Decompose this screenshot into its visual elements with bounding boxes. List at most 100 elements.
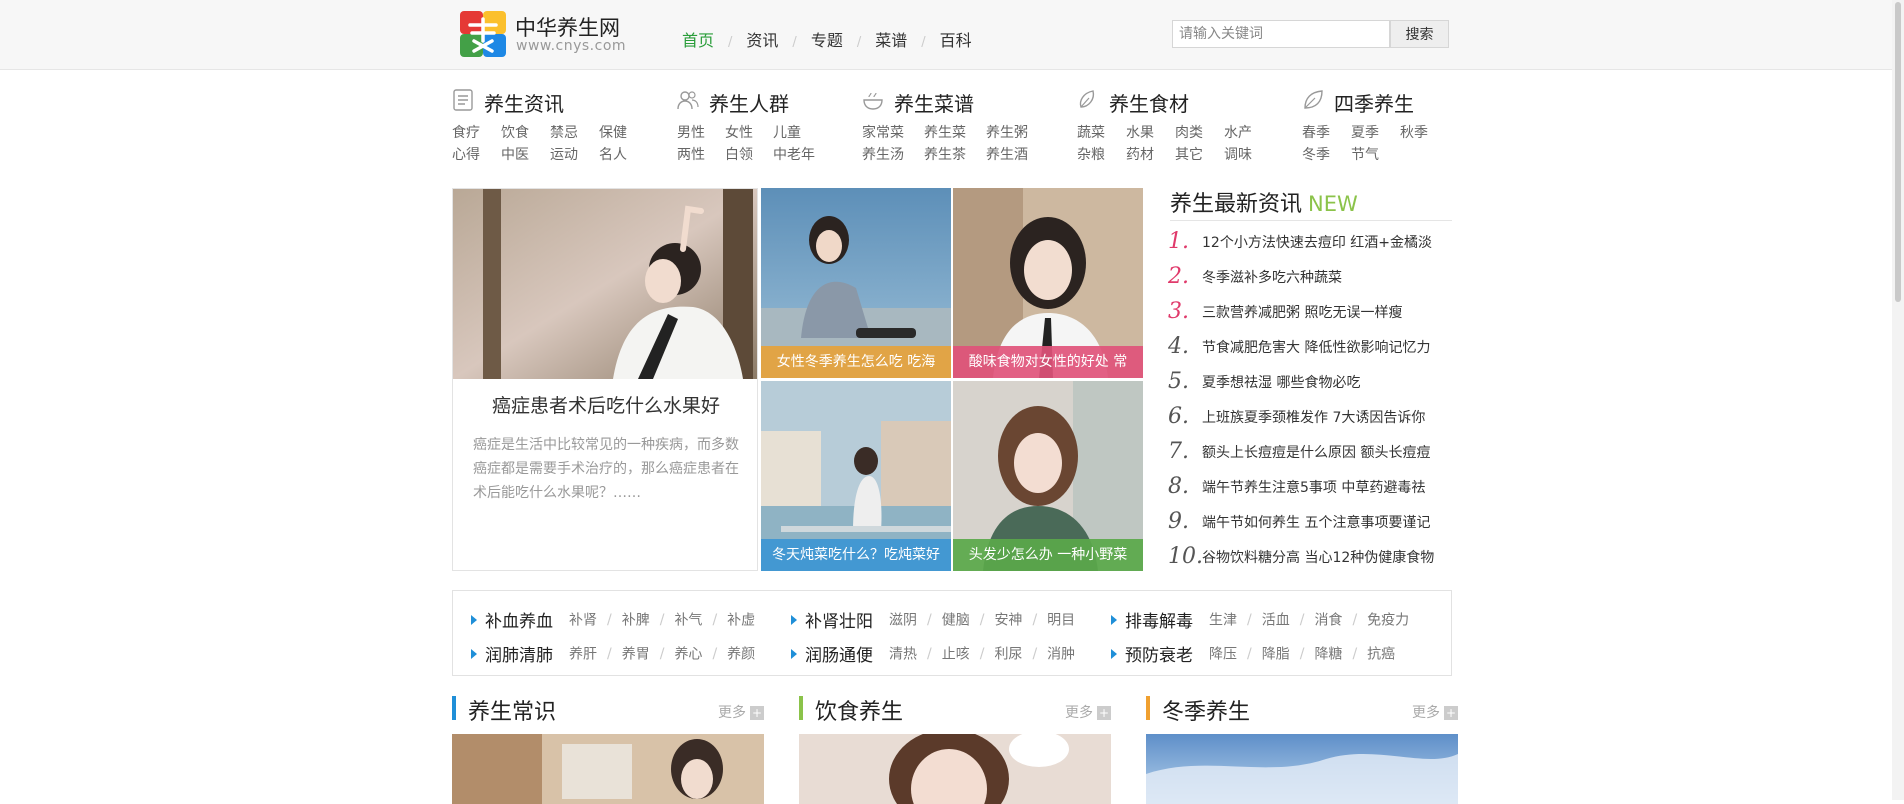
nav-recipes[interactable]: 菜谱 — [875, 27, 907, 51]
news-list-item[interactable]: 6. 上班族夏季颈椎发作 7大诱因告诉你 — [1168, 404, 1450, 429]
tag-link[interactable]: 清热 — [889, 647, 917, 663]
category-link[interactable]: 药材 — [1126, 144, 1175, 166]
more-label[interactable]: 更多 — [718, 705, 746, 721]
nav-home[interactable]: 首页 — [682, 27, 714, 51]
more-label[interactable]: 更多 — [1065, 705, 1093, 721]
search-input[interactable] — [1172, 20, 1390, 48]
tile-caption[interactable]: 女性冬季养生怎么吃 吃海 — [761, 346, 951, 378]
tag-link[interactable]: 健脑 — [942, 613, 970, 629]
photo-tile[interactable]: 女性冬季养生怎么吃 吃海 — [761, 188, 951, 378]
more-link[interactable]: 更多 + — [1412, 702, 1458, 722]
news-link[interactable]: 谷物饮料糖分高 当心12种伪健康食物 — [1202, 547, 1450, 567]
more-label[interactable]: 更多 — [1412, 705, 1440, 721]
tag-link[interactable]: 养心 — [674, 647, 702, 663]
tag-link[interactable]: 免疫力 — [1367, 613, 1409, 629]
category-link[interactable]: 食疗 — [452, 122, 501, 144]
category-link[interactable]: 饮食 — [501, 122, 550, 144]
tile-caption[interactable]: 头发少怎么办 一种小野菜 — [953, 539, 1143, 571]
tag-link[interactable]: 明目 — [1047, 613, 1075, 629]
news-list-item[interactable]: 10.谷物饮料糖分高 当心12种伪健康食物 — [1168, 544, 1450, 569]
news-link[interactable]: 三款营养减肥粥 照吃无误一样瘦 — [1202, 302, 1450, 322]
scrollbar-thumb[interactable] — [1895, 2, 1901, 302]
category-link[interactable]: 白领 — [725, 144, 773, 166]
category-link[interactable]: 其它 — [1175, 144, 1224, 166]
section-image[interactable] — [799, 734, 1111, 804]
tag-link[interactable]: 止咳 — [942, 647, 970, 663]
page-scrollbar[interactable] — [1892, 0, 1904, 800]
search-button[interactable]: 搜索 — [1390, 20, 1449, 48]
category-link[interactable]: 养生茶 — [924, 144, 986, 166]
tag-group-title[interactable]: 补血养血 — [485, 612, 553, 632]
category-title[interactable]: 四季养生 — [1334, 88, 1414, 117]
tag-link[interactable]: 生津 — [1209, 613, 1237, 629]
category-link[interactable]: 冬季 — [1302, 144, 1351, 166]
news-link[interactable]: 节食减肥危害大 降低性欲影响记忆力 — [1202, 337, 1450, 357]
logo-icon[interactable] — [460, 11, 506, 57]
tag-group-title[interactable]: 排毒解毒 — [1125, 612, 1193, 632]
category-link[interactable]: 节气 — [1351, 144, 1379, 166]
tag-link[interactable]: 抗癌 — [1367, 647, 1395, 663]
category-link[interactable]: 心得 — [452, 144, 501, 166]
category-link[interactable]: 名人 — [599, 144, 627, 166]
photo-tile[interactable]: 酸味食物对女性的好处 常 — [953, 188, 1143, 378]
tag-link[interactable]: 补脾 — [622, 613, 650, 629]
featured-article[interactable]: 癌症患者术后吃什么水果好 癌症是生活中比较常见的一种疾病，而多数癌症都是需要手术… — [452, 188, 758, 571]
tag-link[interactable]: 降压 — [1209, 647, 1237, 663]
news-list-item[interactable]: 8. 端午节养生注意5事项 中草药避毒祛 — [1168, 474, 1450, 499]
category-link[interactable]: 调味 — [1224, 144, 1252, 166]
featured-image[interactable] — [453, 189, 758, 379]
category-title[interactable]: 养生资讯 — [484, 88, 564, 117]
photo-tile[interactable]: 冬天炖菜吃什么？吃炖菜好 — [761, 381, 951, 571]
category-link[interactable]: 养生汤 — [862, 144, 924, 166]
category-link[interactable]: 杂粮 — [1077, 144, 1126, 166]
category-link[interactable]: 水产 — [1224, 122, 1252, 144]
news-link[interactable]: 额头上长痘痘是什么原因 额头长痘痘 — [1202, 442, 1450, 462]
category-title[interactable]: 养生人群 — [709, 88, 789, 117]
tag-link[interactable]: 补肾 — [569, 613, 597, 629]
category-link[interactable]: 养生酒 — [986, 144, 1028, 166]
category-link[interactable]: 中医 — [501, 144, 550, 166]
tag-link[interactable]: 补气 — [674, 613, 702, 629]
category-link[interactable]: 女性 — [725, 122, 773, 144]
tag-link[interactable]: 利尿 — [994, 647, 1022, 663]
section-image[interactable] — [1146, 734, 1458, 804]
news-list-item[interactable]: 9. 端午节如何养生 五个注意事项要谨记 — [1168, 509, 1450, 534]
section-image[interactable] — [452, 734, 764, 804]
tag-link[interactable]: 养胃 — [622, 647, 650, 663]
tag-group-title[interactable]: 预防衰老 — [1125, 646, 1193, 666]
section-title[interactable]: 饮食养生 — [815, 694, 903, 726]
news-link[interactable]: 夏季想祛湿 哪些食物必吃 — [1202, 372, 1450, 392]
news-list-item[interactable]: 4. 节食减肥危害大 降低性欲影响记忆力 — [1168, 334, 1450, 359]
category-link[interactable]: 保健 — [599, 122, 627, 144]
tag-group-title[interactable]: 润肺清肺 — [485, 646, 553, 666]
news-link[interactable]: 12个小方法快速去痘印 红酒+金橘淡 — [1202, 232, 1450, 252]
category-link[interactable]: 两性 — [677, 144, 725, 166]
plus-icon[interactable]: + — [1097, 706, 1111, 720]
photo-tile[interactable]: 头发少怎么办 一种小野菜 — [953, 381, 1143, 571]
category-link[interactable]: 养生粥 — [986, 122, 1028, 144]
tag-link[interactable]: 消食 — [1314, 613, 1342, 629]
category-link[interactable]: 运动 — [550, 144, 599, 166]
tag-link[interactable]: 活血 — [1262, 613, 1290, 629]
tag-link[interactable]: 补虚 — [727, 613, 755, 629]
plus-icon[interactable]: + — [1444, 706, 1458, 720]
news-link[interactable]: 上班族夏季颈椎发作 7大诱因告诉你 — [1202, 407, 1450, 427]
nav-news[interactable]: 资讯 — [746, 27, 778, 51]
section-title[interactable]: 冬季养生 — [1162, 694, 1250, 726]
tag-link[interactable]: 滋阴 — [889, 613, 917, 629]
news-list-item[interactable]: 7. 额头上长痘痘是什么原因 额头长痘痘 — [1168, 439, 1450, 464]
tag-link[interactable]: 降脂 — [1262, 647, 1290, 663]
category-link[interactable]: 蔬菜 — [1077, 122, 1126, 144]
category-link[interactable]: 水果 — [1126, 122, 1175, 144]
nav-topics[interactable]: 专题 — [811, 27, 843, 51]
category-link[interactable]: 养生菜 — [924, 122, 986, 144]
featured-title[interactable]: 癌症患者术后吃什么水果好 — [453, 391, 757, 418]
news-link[interactable]: 端午节养生注意5事项 中草药避毒祛 — [1202, 477, 1450, 497]
news-list-item[interactable]: 1. 12个小方法快速去痘印 红酒+金橘淡 — [1168, 229, 1450, 254]
tag-group-title[interactable]: 润肠通便 — [805, 646, 873, 666]
section-title[interactable]: 养生常识 — [468, 694, 556, 726]
tag-link[interactable]: 养颜 — [727, 647, 755, 663]
category-link[interactable]: 禁忌 — [550, 122, 599, 144]
news-link[interactable]: 端午节如何养生 五个注意事项要谨记 — [1202, 512, 1450, 532]
category-title[interactable]: 养生菜谱 — [894, 88, 974, 117]
